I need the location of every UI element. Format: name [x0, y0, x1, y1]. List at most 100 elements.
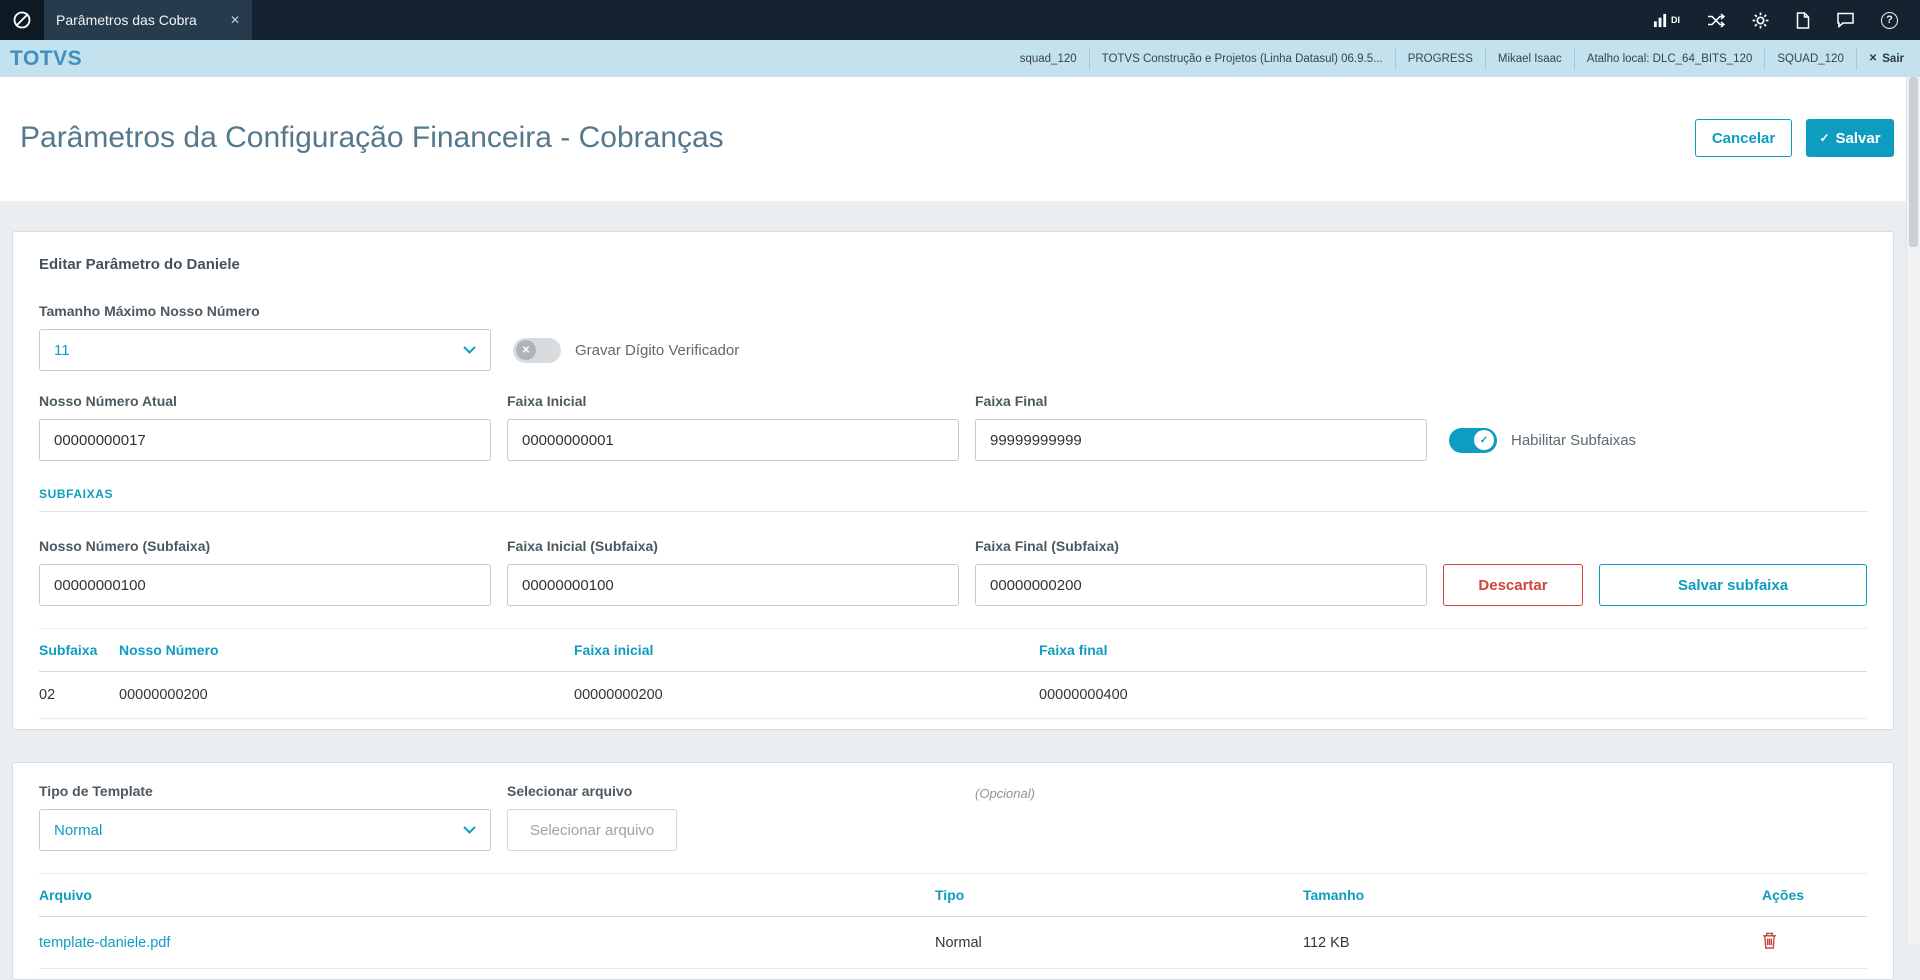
field-nosso-numero-subfaixa: Nosso Número (Subfaixa): [39, 538, 491, 606]
cell-tipo: Normal: [935, 917, 1303, 969]
scrollbar-thumb[interactable]: [1909, 77, 1918, 247]
gravar-digito-group: ✕ Gravar Dígito Verificador: [513, 329, 739, 371]
nosso-numero-subfaixa-input[interactable]: [39, 564, 491, 606]
tipo-template-select[interactable]: Normal: [39, 809, 491, 851]
toggle-off-x-icon: ✕: [516, 340, 536, 360]
vertical-scrollbar[interactable]: [1906, 77, 1920, 945]
toggle-on-check-icon: ✓: [1474, 430, 1494, 450]
arquivos-table-header-row: Arquivo Tipo Tamanho Ações: [39, 874, 1867, 917]
document-button[interactable]: [1796, 12, 1810, 29]
appbar: TOTVS squad_120 TOTVS Construção e Proje…: [0, 40, 1920, 77]
subfaixas-section-label: SUBFAIXAS: [39, 487, 1867, 501]
browser-tab[interactable]: Parâmetros das Cobra ✕: [44, 0, 252, 40]
env-item-product: TOTVS Construção e Projetos (Linha Datas…: [1089, 47, 1395, 69]
parametros-card: Editar Parâmetro do Daniele Tamanho Máxi…: [12, 231, 1894, 730]
selecionar-arquivo-button[interactable]: Selecionar arquivo: [507, 809, 677, 851]
trash-icon: [1762, 932, 1777, 949]
faixa-final-label: Faixa Final: [975, 393, 1427, 409]
tamanho-maximo-select[interactable]: 11: [39, 329, 491, 371]
page-content: Editar Parâmetro do Daniele Tamanho Máxi…: [0, 201, 1906, 980]
col-header-faixa-final: Faixa final: [1039, 629, 1867, 672]
faixa-inicial-input[interactable]: [507, 419, 959, 461]
row-faixas: Nosso Número Atual Faixa Inicial Faixa F…: [39, 393, 1867, 461]
gear-icon: [1752, 12, 1769, 29]
selecionar-arquivo-label: Selecionar arquivo: [507, 783, 959, 799]
tab-close-icon[interactable]: ✕: [230, 13, 240, 27]
signal-bars-icon: [1653, 13, 1668, 28]
habilitar-subfaixas-toggle[interactable]: ✓: [1449, 428, 1497, 453]
tipo-template-label: Tipo de Template: [39, 783, 491, 799]
template-card: Tipo de Template Normal Selecionar arqui…: [12, 762, 1894, 980]
gravar-digito-label: Gravar Dígito Verificador: [575, 342, 739, 359]
logout-button[interactable]: ✕ Sair: [1856, 47, 1920, 69]
col-header-faixa-inicial: Faixa inicial: [574, 629, 1039, 672]
field-faixa-final-subfaixa: Faixa Final (Subfaixa): [975, 538, 1427, 606]
delete-file-button[interactable]: [1762, 932, 1777, 949]
field-faixa-inicial: Faixa Inicial: [507, 393, 959, 461]
habilitar-subfaixas-group: ✓ Habilitar Subfaixas: [1449, 419, 1636, 461]
header-actions: Cancelar ✓ Salvar: [1695, 119, 1894, 157]
habilitar-subfaixas-label: Habilitar Subfaixas: [1511, 432, 1636, 449]
table-row: template-daniele.pdf Normal 112 KB: [39, 917, 1867, 969]
subfaixas-table-header-row: Subfaixa Nosso Número Faixa inicial Faix…: [39, 629, 1867, 672]
faixa-final-input[interactable]: [975, 419, 1427, 461]
col-header-subfaixa: Subfaixa: [39, 629, 119, 672]
row-template: Tipo de Template Normal Selecionar arqui…: [39, 783, 1867, 851]
help-icon: ?: [1881, 12, 1898, 29]
tipo-template-value: Normal: [54, 822, 102, 839]
topbar-actions: DI ?: [1653, 0, 1920, 40]
salvar-subfaixa-button[interactable]: Salvar subfaixa: [1599, 564, 1867, 606]
faixa-inicial-subfaixa-label: Faixa Inicial (Subfaixa): [507, 538, 959, 554]
faixa-inicial-subfaixa-input[interactable]: [507, 564, 959, 606]
app-logo[interactable]: [0, 0, 44, 40]
row-tamanho-maximo: Tamanho Máximo Nosso Número 11 ✕ Gravar …: [39, 303, 1867, 371]
signal-stats-button[interactable]: DI: [1653, 13, 1680, 28]
shuffle-button[interactable]: [1707, 13, 1725, 28]
faixa-final-subfaixa-input[interactable]: [975, 564, 1427, 606]
env-item-database: PROGRESS: [1395, 47, 1485, 69]
nosso-numero-subfaixa-label: Nosso Número (Subfaixa): [39, 538, 491, 554]
document-icon: [1796, 12, 1810, 29]
shuffle-icon: [1707, 13, 1725, 28]
env-item-username: Mikael Isaac: [1485, 47, 1574, 69]
environment-info: squad_120 TOTVS Construção e Projetos (L…: [1008, 40, 1920, 77]
chat-button[interactable]: [1837, 12, 1854, 28]
env-item-user: squad_120: [1008, 47, 1089, 69]
file-link[interactable]: template-daniele.pdf: [39, 935, 170, 951]
subfaixas-table: Subfaixa Nosso Número Faixa inicial Faix…: [39, 628, 1867, 719]
page-header: Parâmetros da Configuração Financeira - …: [0, 77, 1906, 201]
descartar-button[interactable]: Descartar: [1443, 564, 1583, 606]
cancel-button[interactable]: Cancelar: [1695, 119, 1792, 157]
arquivos-table: Arquivo Tipo Tamanho Ações template-dani…: [39, 873, 1867, 969]
field-selecionar-arquivo: Selecionar arquivo Selecionar arquivo: [507, 783, 959, 851]
field-nosso-numero-atual: Nosso Número Atual: [39, 393, 491, 461]
logout-x-icon: ✕: [1869, 53, 1877, 64]
check-icon: ✓: [1819, 131, 1829, 145]
field-faixa-inicial-subfaixa: Faixa Inicial (Subfaixa): [507, 538, 959, 606]
help-button[interactable]: ?: [1881, 12, 1898, 29]
totvs-brand: TOTVS: [10, 47, 82, 71]
col-header-tipo: Tipo: [935, 874, 1303, 917]
tamanho-maximo-value: 11: [54, 342, 70, 359]
field-tamanho-maximo: Tamanho Máximo Nosso Número 11: [39, 303, 491, 371]
cell-tamanho: 112 KB: [1303, 917, 1762, 969]
table-row: 02 00000000200 00000000200 00000000400: [39, 672, 1867, 719]
nosso-numero-atual-label: Nosso Número Atual: [39, 393, 491, 409]
faixa-final-subfaixa-label: Faixa Final (Subfaixa): [975, 538, 1427, 554]
section-divider: [39, 511, 1867, 512]
settings-button[interactable]: [1752, 12, 1769, 29]
logout-label: Sair: [1882, 53, 1904, 65]
col-header-nosso-numero: Nosso Número: [119, 629, 574, 672]
cell-faixa-inicial: 00000000200: [574, 672, 1039, 719]
field-tipo-template: Tipo de Template Normal: [39, 783, 491, 851]
save-button[interactable]: ✓ Salvar: [1806, 119, 1894, 157]
env-item-shortcut: Atalho local: DLC_64_BITS_120: [1574, 47, 1765, 69]
chevron-down-icon: [463, 346, 476, 354]
nosso-numero-atual-input[interactable]: [39, 419, 491, 461]
cell-nosso-numero: 00000000200: [119, 672, 574, 719]
di-label: DI: [1671, 15, 1680, 25]
card-heading: Editar Parâmetro do Daniele: [39, 256, 1867, 273]
save-label: Salvar: [1836, 130, 1881, 147]
gravar-digito-toggle[interactable]: ✕: [513, 338, 561, 363]
topbar: Parâmetros das Cobra ✕ DI: [0, 0, 1920, 40]
